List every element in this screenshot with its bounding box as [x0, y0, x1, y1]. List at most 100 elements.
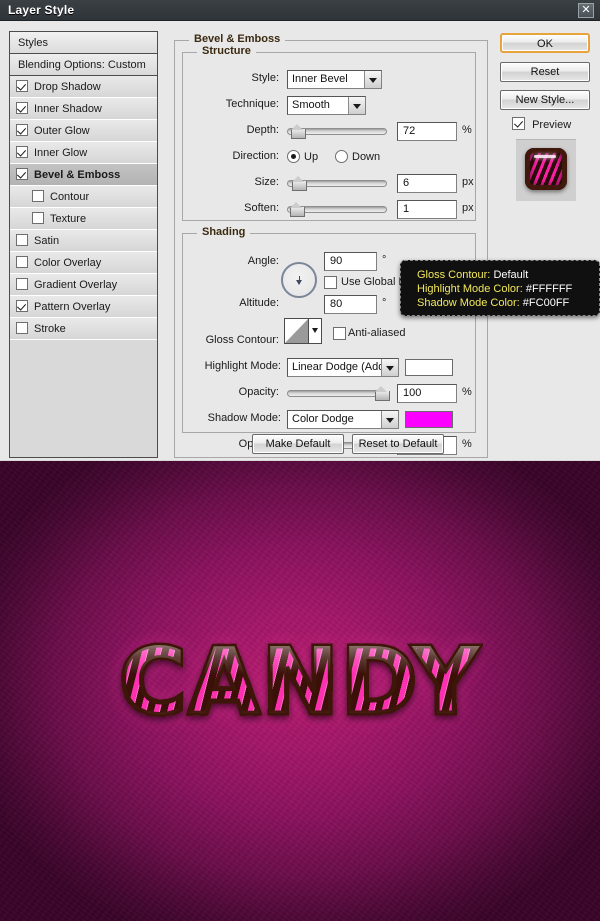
altitude-input[interactable]: 80 [324, 295, 377, 314]
style-item-inner-shadow[interactable]: Inner Shadow [10, 98, 157, 120]
checkbox-texture[interactable] [32, 212, 44, 224]
style-item-label: Outer Glow [34, 125, 90, 137]
radio-direction-up[interactable] [287, 150, 300, 163]
style-item-texture[interactable]: Texture [10, 208, 157, 230]
dialog-title: Layer Style [8, 3, 75, 17]
highlight-opacity-label: Opacity: [238, 386, 279, 398]
preview-label: Preview [532, 119, 572, 131]
tooltip-key: Gloss Contour: [417, 269, 491, 281]
checkbox-bevel-emboss[interactable] [16, 168, 28, 180]
style-item-stroke[interactable]: Stroke [10, 318, 157, 340]
checkbox-contour[interactable] [32, 190, 44, 202]
checkbox-use-global-light[interactable] [324, 276, 337, 289]
style-item-label: Drop Shadow [34, 81, 101, 93]
shadow-mode-select[interactable]: Color Dodge [287, 410, 399, 429]
reset-to-default-button[interactable]: Reset to Default [352, 434, 444, 454]
checkbox-satin[interactable] [16, 234, 28, 246]
style-item-color-overlay[interactable]: Color Overlay [10, 252, 157, 274]
checkbox-drop-shadow[interactable] [16, 80, 28, 92]
style-item-drop-shadow[interactable]: Drop Shadow [10, 76, 157, 98]
highlight-opacity-input[interactable]: 100 [397, 384, 457, 403]
ok-button[interactable]: OK [500, 33, 590, 53]
style-item-inner-glow[interactable]: Inner Glow [10, 142, 157, 164]
style-item-label: Inner Glow [34, 147, 88, 159]
soften-input[interactable]: 1 [397, 200, 457, 219]
size-row: Size: 6 px [183, 174, 477, 194]
tooltip-line-highlight-color: Highlight Mode Color: #FFFFFF [417, 282, 599, 296]
altitude-unit: ° [382, 297, 387, 309]
bevel-emboss-legend: Bevel & Emboss [189, 33, 286, 45]
highlight-mode-select[interactable]: Linear Dodge (Add) [287, 358, 399, 377]
close-icon[interactable]: ✕ [578, 3, 594, 18]
style-select[interactable]: Inner Bevel [287, 70, 382, 89]
checkbox-pattern-overlay[interactable] [16, 300, 28, 312]
depth-input[interactable]: 72 [397, 122, 457, 141]
depth-label: Depth: [246, 124, 279, 136]
style-item-satin[interactable]: Satin [10, 230, 157, 252]
checkbox-stroke[interactable] [16, 322, 28, 334]
dialog-titlebar: Layer Style ✕ [0, 0, 600, 21]
checkbox-inner-glow[interactable] [16, 146, 28, 158]
make-default-button[interactable]: Make Default [252, 434, 344, 454]
tooltip-key: Shadow Mode Color: [417, 297, 520, 309]
shadow-mode-value: Color Dodge [292, 413, 354, 425]
chevron-down-icon[interactable] [348, 97, 365, 114]
chevron-down-icon[interactable] [381, 411, 398, 428]
chevron-down-icon[interactable] [381, 359, 398, 376]
blending-options-item[interactable]: Blending Options: Custom [10, 54, 157, 76]
technique-select[interactable]: Smooth [287, 96, 366, 115]
soften-row: Soften: 1 px [183, 200, 477, 220]
size-slider-thumb[interactable] [292, 176, 307, 191]
soften-slider[interactable] [287, 201, 387, 217]
depth-slider[interactable] [287, 123, 387, 139]
gloss-contour-preview[interactable] [284, 318, 322, 344]
structure-fieldset: Structure Style: Inner Bevel Technique: … [182, 45, 477, 221]
angle-dial[interactable] [281, 262, 317, 298]
checkbox-preview[interactable] [512, 117, 525, 130]
shadow-color-swatch[interactable] [405, 411, 453, 428]
checkbox-inner-shadow[interactable] [16, 102, 28, 114]
highlight-opacity-slider[interactable] [287, 385, 390, 401]
highlight-color-swatch[interactable] [405, 359, 453, 376]
reset-button[interactable]: Reset [500, 62, 590, 82]
preview-gloss-highlight [534, 155, 556, 158]
soften-slider-thumb[interactable] [290, 202, 305, 217]
style-item-gradient-overlay[interactable]: Gradient Overlay [10, 274, 157, 296]
checkbox-anti-aliased[interactable] [333, 327, 346, 340]
chevron-down-icon[interactable] [308, 319, 321, 343]
technique-row: Technique: Smooth [183, 96, 477, 116]
depth-slider-thumb[interactable] [291, 124, 306, 139]
styles-list-filler [10, 340, 157, 426]
direction-row: Direction: Up Down [183, 148, 477, 168]
style-item-contour[interactable]: Contour [10, 186, 157, 208]
tooltip-line-shadow-color: Shadow Mode Color: #FC00FF [417, 296, 599, 310]
styles-list-panel: Styles Blending Options: Custom Drop Sha… [9, 31, 158, 458]
radio-direction-down[interactable] [335, 150, 348, 163]
checkbox-color-overlay[interactable] [16, 256, 28, 268]
highlight-opacity-thumb[interactable] [375, 386, 390, 401]
tooltip-value: Default [493, 269, 529, 281]
chevron-down-icon[interactable] [364, 71, 381, 88]
size-slider[interactable] [287, 175, 387, 191]
gloss-contour-label: Gloss Contour: [205, 334, 279, 346]
shadow-mode-label: Shadow Mode: [207, 412, 281, 424]
style-item-label: Satin [34, 235, 60, 247]
highlight-opacity-track[interactable] [287, 390, 387, 397]
style-item-pattern-overlay[interactable]: Pattern Overlay [10, 296, 157, 318]
style-item-bevel-emboss[interactable]: Bevel & Emboss [10, 164, 157, 186]
size-input[interactable]: 6 [397, 174, 457, 193]
preview-toggle-row: Preview [512, 117, 571, 133]
dialog-action-panel: OK Reset New Style... Preview [498, 31, 593, 458]
size-unit: px [462, 176, 474, 188]
style-item-outer-glow[interactable]: Outer Glow [10, 120, 157, 142]
structure-legend: Structure [197, 45, 256, 57]
checkbox-outer-glow[interactable] [16, 124, 28, 136]
artwork-canvas: CANDY CANDY [0, 461, 600, 921]
gloss-contour-curve [285, 319, 308, 343]
soften-unit: px [462, 202, 474, 214]
angle-dial-needle [295, 276, 302, 285]
soften-label: Soften: [244, 202, 279, 214]
angle-input[interactable]: 90 [324, 252, 377, 271]
new-style-button[interactable]: New Style... [500, 90, 590, 110]
checkbox-gradient-overlay[interactable] [16, 278, 28, 290]
